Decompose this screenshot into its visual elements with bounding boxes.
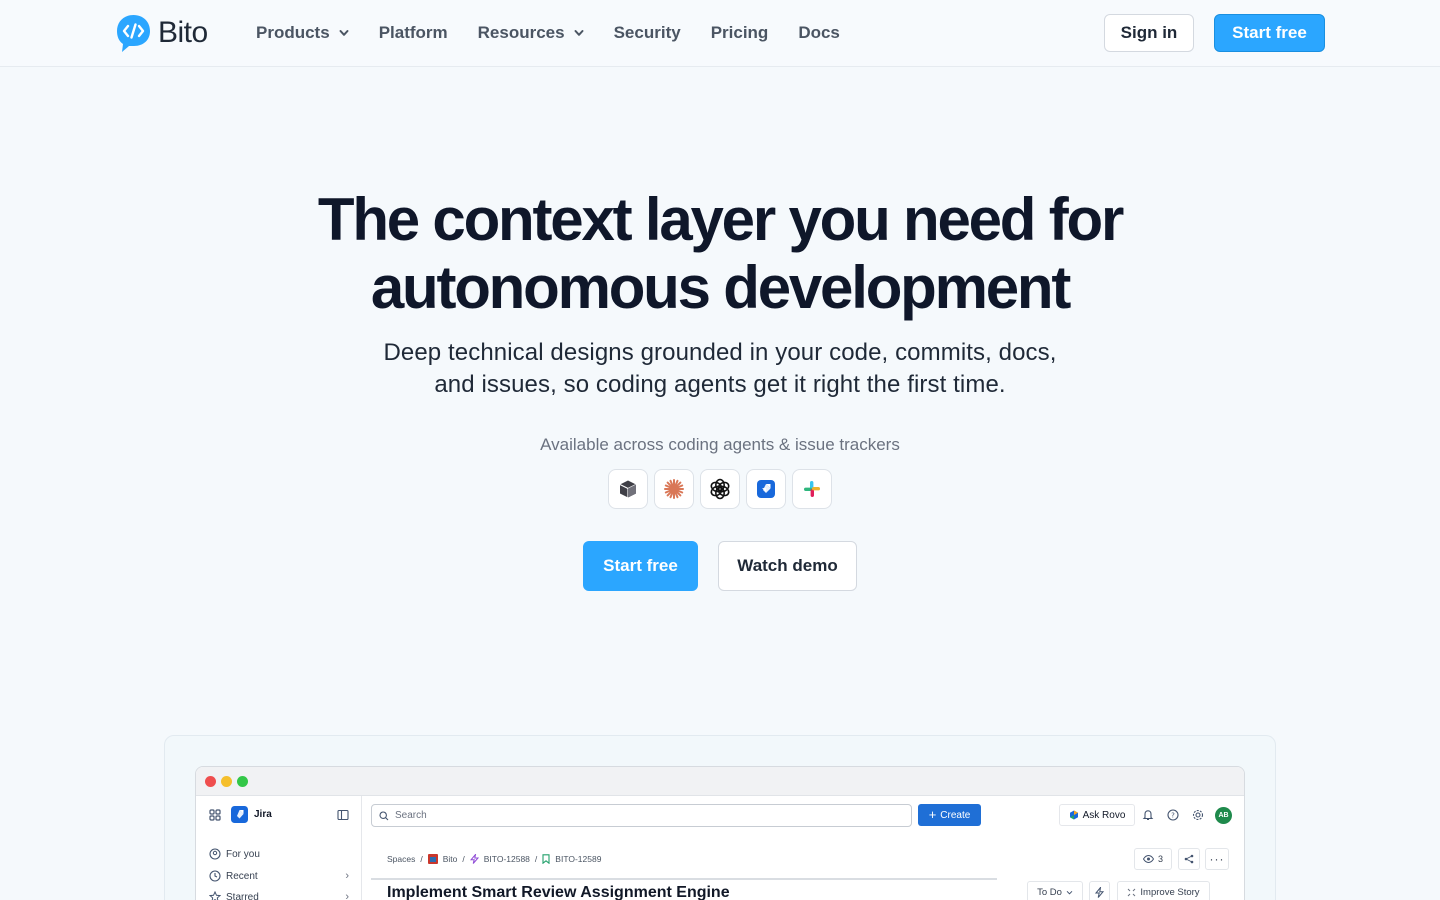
avatar[interactable]: AB — [1215, 807, 1232, 824]
nav-security-label: Security — [613, 23, 681, 42]
breadcrumb-parent[interactable]: BITO-12588 — [484, 854, 530, 864]
rovo-icon — [1069, 810, 1078, 820]
nav-pricing-label: Pricing — [710, 23, 769, 42]
lightning-icon — [1095, 886, 1104, 898]
bell-icon[interactable] — [1141, 808, 1155, 822]
cube-icon — [608, 469, 648, 509]
share-icon — [1184, 854, 1194, 864]
jira-header: Jira — [209, 806, 272, 823]
maximize-dot[interactable] — [237, 776, 248, 787]
top-nav: Bito Products Platform Resources Securit… — [0, 0, 1440, 67]
nav-resources-label: Resources — [477, 23, 565, 42]
svg-text:?: ? — [1171, 811, 1175, 819]
jira-sidebar: Jira For you Recent › Starred › — [196, 796, 362, 900]
breadcrumb-spaces[interactable]: Spaces — [387, 854, 415, 864]
nav-links: Products Platform Resources Security Pri… — [256, 0, 870, 66]
create-label: Create — [940, 809, 971, 821]
jira-icon — [746, 469, 786, 509]
sidebar-item-label: For you — [226, 848, 260, 860]
hero-title-line2: autonomous development — [370, 254, 1072, 321]
start-free-nav-button[interactable]: Start free — [1214, 14, 1325, 52]
nav-docs[interactable]: Docs — [798, 23, 840, 43]
app-grid-icon[interactable] — [209, 808, 221, 821]
search-placeholder: Search — [395, 810, 427, 821]
chevron-down-icon — [1066, 890, 1073, 895]
watchers-count: 3 — [1157, 854, 1163, 864]
chevron-right-icon: › — [345, 870, 349, 882]
sparkle-icon — [1128, 888, 1136, 896]
sidebar-item-label: Recent — [226, 870, 258, 882]
breadcrumb-bito[interactable]: Bito — [443, 854, 458, 864]
integration-icons — [608, 469, 832, 509]
hero-subtitle-line2: and issues, so coding agents get it righ… — [434, 371, 1006, 398]
breadcrumb-issue[interactable]: BITO-12589 — [555, 854, 601, 864]
nav-products[interactable]: Products — [256, 23, 349, 43]
help-icon[interactable]: ? — [1166, 808, 1180, 822]
app-window: Jira For you Recent › Starred › Search +… — [195, 766, 1245, 900]
status-label: To Do — [1037, 886, 1062, 898]
eye-icon — [1142, 855, 1154, 863]
nav-platform[interactable]: Platform — [379, 23, 448, 43]
clock-icon — [209, 870, 221, 882]
settings-gear-icon[interactable] — [1191, 808, 1205, 822]
hero-title: The context layer you need for autonomou… — [0, 186, 1440, 322]
epic-icon — [469, 854, 479, 864]
jira-app-name: Jira — [254, 809, 272, 820]
nav-security[interactable]: Security — [614, 23, 681, 43]
improve-story-button[interactable]: Improve Story — [1117, 881, 1210, 900]
user-circle-icon — [209, 848, 221, 860]
openai-icon — [700, 469, 740, 509]
search-icon — [379, 810, 389, 820]
automation-button[interactable] — [1089, 881, 1110, 900]
sidebar-item-for-you[interactable]: For you — [209, 848, 260, 860]
nav-docs-label: Docs — [798, 23, 840, 42]
jira-main: Search + Create Ask Rovo ? AB Spaces / Bi… — [362, 796, 1244, 900]
bito-logo[interactable]: Bito — [115, 13, 208, 53]
watchers-button[interactable]: 3 — [1134, 848, 1172, 870]
window-titlebar — [196, 767, 1244, 796]
claude-icon — [654, 469, 694, 509]
project-icon — [427, 854, 438, 864]
availability-text: Available across coding agents & issue t… — [540, 435, 900, 454]
sidebar-item-recent[interactable]: Recent › — [209, 870, 349, 882]
plus-icon: + — [928, 807, 937, 822]
create-button[interactable]: + Create — [918, 804, 981, 826]
brand-name: Bito — [158, 16, 208, 49]
divider — [371, 878, 997, 880]
jira-search-input[interactable]: Search — [371, 804, 912, 827]
bito-logo-icon — [115, 13, 152, 53]
hero-subtitle: Deep technical designs grounded in your … — [0, 337, 1440, 401]
status-dropdown[interactable]: To Do — [1027, 881, 1083, 900]
ask-rovo-label: Ask Rovo — [1082, 809, 1126, 821]
nav-pricing[interactable]: Pricing — [711, 23, 769, 43]
chevron-down-icon — [339, 30, 349, 36]
nav-products-label: Products — [256, 23, 330, 42]
more-actions-icon[interactable]: ··· — [1205, 848, 1229, 870]
start-free-hero-button[interactable]: Start free — [583, 541, 698, 591]
minimize-dot[interactable] — [221, 776, 232, 787]
sidebar-collapse-icon[interactable] — [337, 809, 349, 821]
sidebar-item-starred[interactable]: Starred › — [209, 891, 349, 900]
hero-title-line1: The context layer you need for — [317, 186, 1124, 253]
sidebar-item-label: Starred — [226, 891, 259, 900]
story-icon — [542, 854, 550, 864]
issue-title: Implement Smart Review Assignment Engine — [387, 884, 730, 900]
nav-platform-label: Platform — [378, 23, 448, 42]
chevron-right-icon: › — [345, 891, 349, 900]
chevron-down-icon — [574, 30, 584, 36]
breadcrumb: Spaces / Bito / BITO-12588/ BITO-12589 — [387, 854, 602, 864]
star-icon — [209, 891, 221, 900]
hero-subtitle-line1: Deep technical designs grounded in your … — [383, 339, 1057, 366]
slack-icon — [792, 469, 832, 509]
watch-demo-button[interactable]: Watch demo — [718, 541, 857, 591]
improve-story-label: Improve Story — [1140, 886, 1200, 898]
share-button[interactable] — [1178, 848, 1200, 870]
ask-rovo-button[interactable]: Ask Rovo — [1059, 804, 1135, 826]
jira-logo-icon — [231, 806, 248, 823]
nav-resources[interactable]: Resources — [478, 23, 584, 43]
close-dot[interactable] — [205, 776, 216, 787]
sign-in-button[interactable]: Sign in — [1104, 14, 1194, 52]
